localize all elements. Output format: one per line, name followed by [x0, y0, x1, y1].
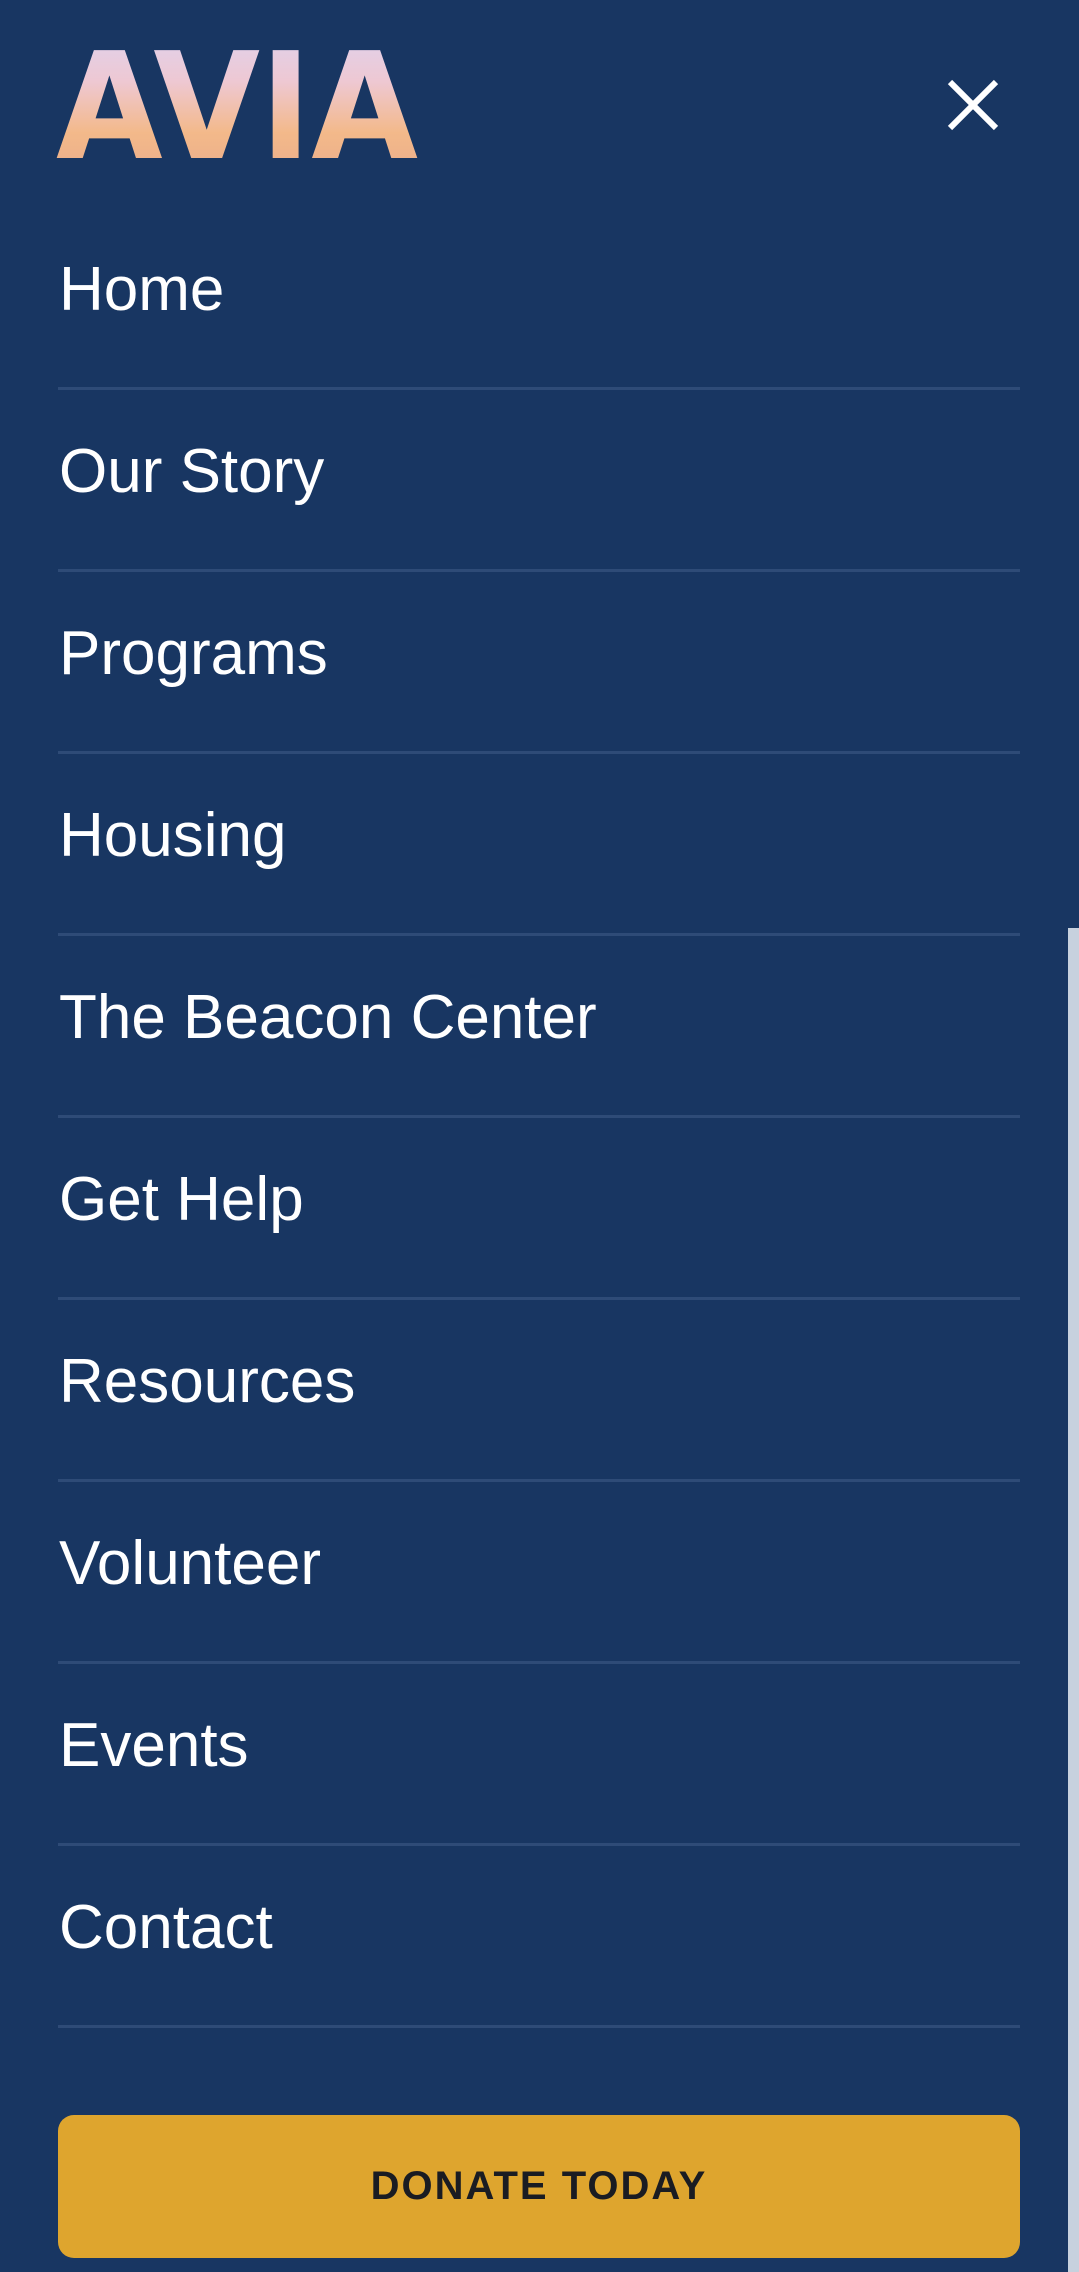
nav-item-our-story[interactable]: Our Story	[58, 390, 1020, 572]
logo-text: AVIA	[56, 34, 418, 164]
scrollbar[interactable]	[1068, 928, 1079, 2272]
nav-item-contact[interactable]: Contact	[58, 1846, 1020, 2028]
nav-item-label: Resources	[59, 1346, 356, 1416]
donate-button-label: DONATE TODAY	[370, 2164, 708, 2208]
donate-button[interactable]: DONATE TODAY	[58, 2115, 1020, 2258]
nav-item-events[interactable]: Events	[58, 1664, 1020, 1846]
nav-item-volunteer[interactable]: Volunteer	[58, 1482, 1020, 1664]
nav-item-label: Home	[59, 254, 225, 324]
nav-item-label: Housing	[59, 800, 287, 870]
nav-item-label: Contact	[59, 1892, 273, 1962]
nav-item-label: The Beacon Center	[59, 982, 597, 1052]
nav-item-label: Events	[59, 1710, 249, 1780]
nav-item-programs[interactable]: Programs	[58, 572, 1020, 754]
nav-item-label: Volunteer	[59, 1528, 321, 1598]
close-icon	[947, 79, 999, 131]
nav-item-beacon-center[interactable]: The Beacon Center	[58, 936, 1020, 1118]
mobile-nav-menu: AVIA Home Our Story Programs Housing The…	[0, 0, 1079, 2272]
nav-item-resources[interactable]: Resources	[58, 1300, 1020, 1482]
close-button[interactable]	[938, 70, 1008, 140]
nav-item-label: Get Help	[59, 1164, 304, 1234]
nav-item-housing[interactable]: Housing	[58, 754, 1020, 936]
nav-item-label: Our Story	[59, 436, 325, 506]
nav-item-get-help[interactable]: Get Help	[58, 1118, 1020, 1300]
main-nav: Home Our Story Programs Housing The Beac…	[58, 208, 1020, 2028]
avia-logo[interactable]: AVIA	[56, 34, 420, 164]
nav-item-home[interactable]: Home	[58, 208, 1020, 390]
nav-item-label: Programs	[59, 618, 328, 688]
